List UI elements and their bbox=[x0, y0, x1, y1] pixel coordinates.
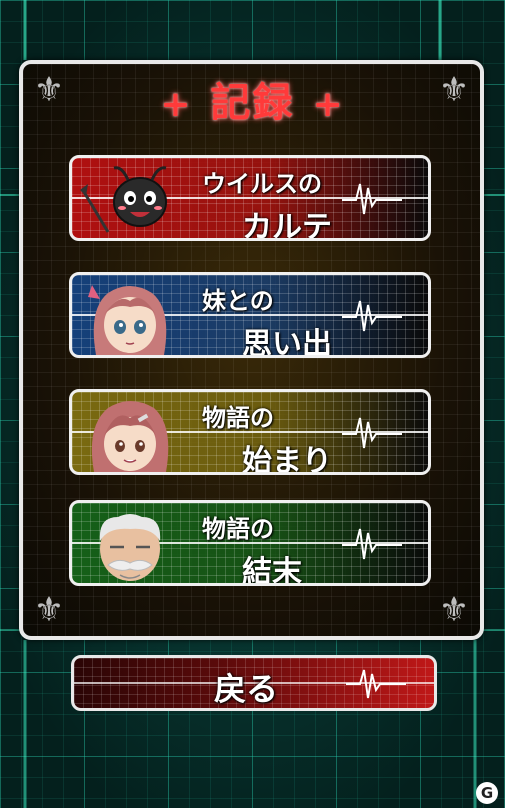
menu-button-sister-memories[interactable]: 妹との 思い出 bbox=[69, 272, 431, 358]
menu-label-line2: 結末 bbox=[242, 555, 302, 586]
heartbeat-icon bbox=[342, 417, 402, 449]
heartbeat-icon bbox=[342, 528, 402, 560]
girl-portrait-icon bbox=[91, 401, 169, 472]
page-title: + 記録 + bbox=[0, 70, 505, 128]
menu-label-line2: 始まり bbox=[242, 444, 332, 475]
title-text: 記録 bbox=[210, 80, 295, 126]
menu-label-line2: カルテ bbox=[242, 210, 332, 241]
heartbeat-icon bbox=[346, 669, 406, 699]
title-plus-right: + bbox=[312, 84, 345, 125]
menu-label-line1: 妹との bbox=[202, 287, 274, 315]
fleur-de-lis-icon: ⚜ bbox=[33, 590, 65, 630]
menu-button-story-ending[interactable]: 物語の 結末 bbox=[69, 500, 431, 586]
menu-label-line1: ウイルスの bbox=[202, 170, 322, 198]
menu-button-virus-chart[interactable]: ウイルスの カルテ bbox=[69, 155, 431, 241]
menu-label-line1: 物語の bbox=[202, 404, 274, 432]
old-man-portrait-icon bbox=[99, 514, 161, 581]
devil-virus-portrait-icon bbox=[80, 166, 167, 233]
menu-label-line1: 物語の bbox=[202, 515, 274, 543]
menu-button-story-beginning[interactable]: 物語の 始まり bbox=[69, 389, 431, 475]
heartbeat-icon bbox=[342, 183, 402, 215]
back-button[interactable]: 戻る bbox=[71, 655, 437, 711]
sister-portrait-icon bbox=[88, 285, 167, 355]
menu-label-line2: 思い出 bbox=[242, 327, 332, 358]
fleur-de-lis-icon: ⚜ bbox=[438, 590, 470, 630]
back-button-label: 戻る bbox=[214, 670, 279, 708]
heartbeat-icon bbox=[342, 300, 402, 332]
site-watermark-logo: G bbox=[476, 782, 498, 804]
title-plus-left: + bbox=[160, 84, 193, 125]
